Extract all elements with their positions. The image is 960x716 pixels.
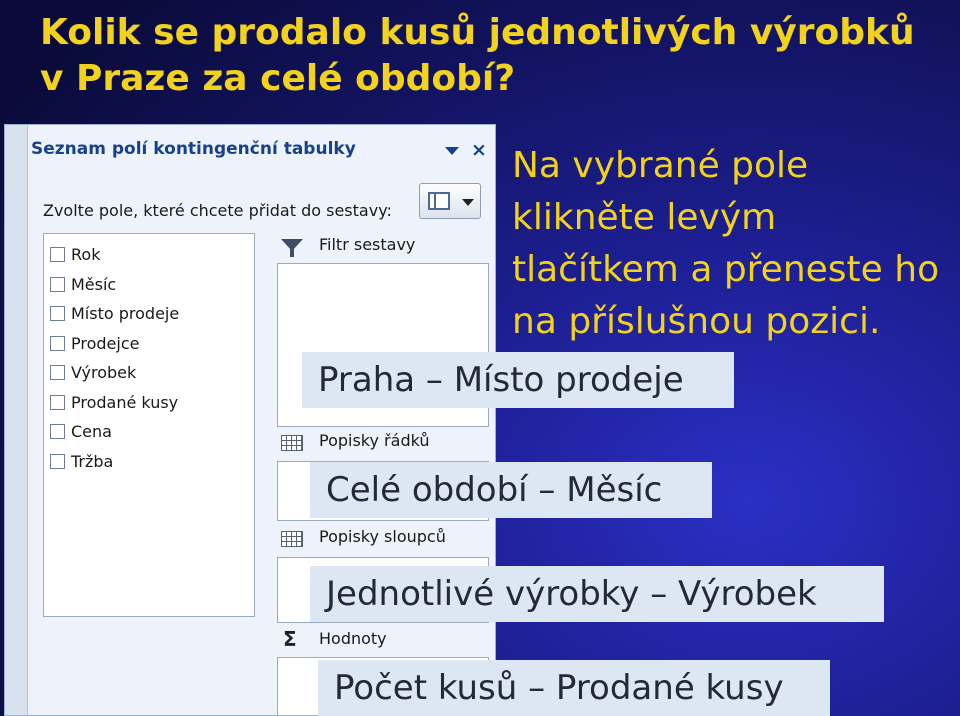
- area-label-values: Hodnoty: [319, 629, 387, 648]
- tag-filter: Praha – Místo prodeje: [302, 352, 734, 408]
- close-icon[interactable]: ×: [471, 139, 487, 161]
- field-item-mesic[interactable]: Měsíc: [50, 272, 116, 296]
- field-layout-button[interactable]: [419, 183, 481, 219]
- field-list: Rok Měsíc Místo prodeje Prodejce Výrobek…: [43, 233, 255, 617]
- field-label: Prodejce: [71, 333, 140, 353]
- field-label: Měsíc: [71, 274, 117, 294]
- area-label-rows: Popisky řádků: [319, 431, 430, 450]
- field-checkbox[interactable]: [50, 276, 65, 292]
- tag-columns: Celé období – Měsíc: [310, 462, 712, 518]
- field-label: Tržba: [71, 451, 114, 471]
- field-prompt: Zvolte pole, které chcete přidat do sest…: [43, 201, 392, 220]
- grid-icon: [281, 531, 303, 547]
- callout-line: na příslušnou pozici.: [512, 301, 881, 342]
- field-item-cena[interactable]: Cena: [50, 419, 112, 443]
- panel-header: Seznam polí kontingenční tabulky: [31, 139, 356, 159]
- field-label: Výrobek: [71, 362, 137, 382]
- area-label-columns: Popisky sloupců: [319, 527, 446, 546]
- field-label: Místo prodeje: [71, 303, 180, 323]
- field-checkbox[interactable]: [50, 394, 65, 410]
- grid-icon: [281, 435, 303, 451]
- field-checkbox[interactable]: [50, 364, 65, 380]
- field-layout-icon: [428, 192, 450, 210]
- panel-left-strip: [5, 125, 28, 715]
- pivot-field-list-panel: Seznam polí kontingenční tabulky × Zvolt…: [4, 124, 496, 716]
- field-label: Rok: [71, 244, 101, 264]
- tag-values: Počet kusů – Prodané kusy: [318, 660, 830, 716]
- callout-line: Na vybrané pole: [512, 145, 809, 186]
- callout-line: tlačítkem a přeneste ho: [512, 249, 940, 290]
- sigma-icon: Σ: [283, 627, 297, 651]
- field-checkbox[interactable]: [50, 246, 65, 262]
- field-item-misto-prodeje[interactable]: Místo prodeje: [50, 301, 179, 325]
- area-label-filter: Filtr sestavy: [319, 235, 416, 254]
- field-label: Prodané kusy: [71, 392, 179, 412]
- field-item-trzba[interactable]: Tržba: [50, 449, 113, 473]
- slide-title-line2: v Praze za celé období?: [40, 58, 516, 99]
- slide-title-line1: Kolik se prodalo kusů jednotlivých výrob…: [40, 12, 915, 53]
- field-checkbox[interactable]: [50, 453, 65, 469]
- callout-line: klikněte levým: [512, 197, 777, 238]
- field-item-prodejce[interactable]: Prodejce: [50, 331, 139, 355]
- field-item-vyrobek[interactable]: Výrobek: [50, 360, 136, 384]
- tag-rows: Jednotlivé výrobky – Výrobek: [310, 566, 884, 622]
- funnel-icon: [281, 239, 303, 257]
- field-checkbox[interactable]: [50, 423, 65, 439]
- field-checkbox[interactable]: [50, 335, 65, 351]
- field-checkbox[interactable]: [50, 305, 65, 321]
- instruction-callout: Na vybrané pole klikněte levým tlačítkem…: [512, 140, 952, 348]
- field-item-prodane-kusy[interactable]: Prodané kusy: [50, 390, 178, 414]
- chevron-down-icon[interactable]: [445, 147, 459, 155]
- field-label: Cena: [71, 421, 112, 441]
- chevron-down-icon: [462, 199, 474, 206]
- slide-title: Kolik se prodalo kusů jednotlivých výrob…: [40, 10, 940, 102]
- field-item-rok[interactable]: Rok: [50, 242, 100, 266]
